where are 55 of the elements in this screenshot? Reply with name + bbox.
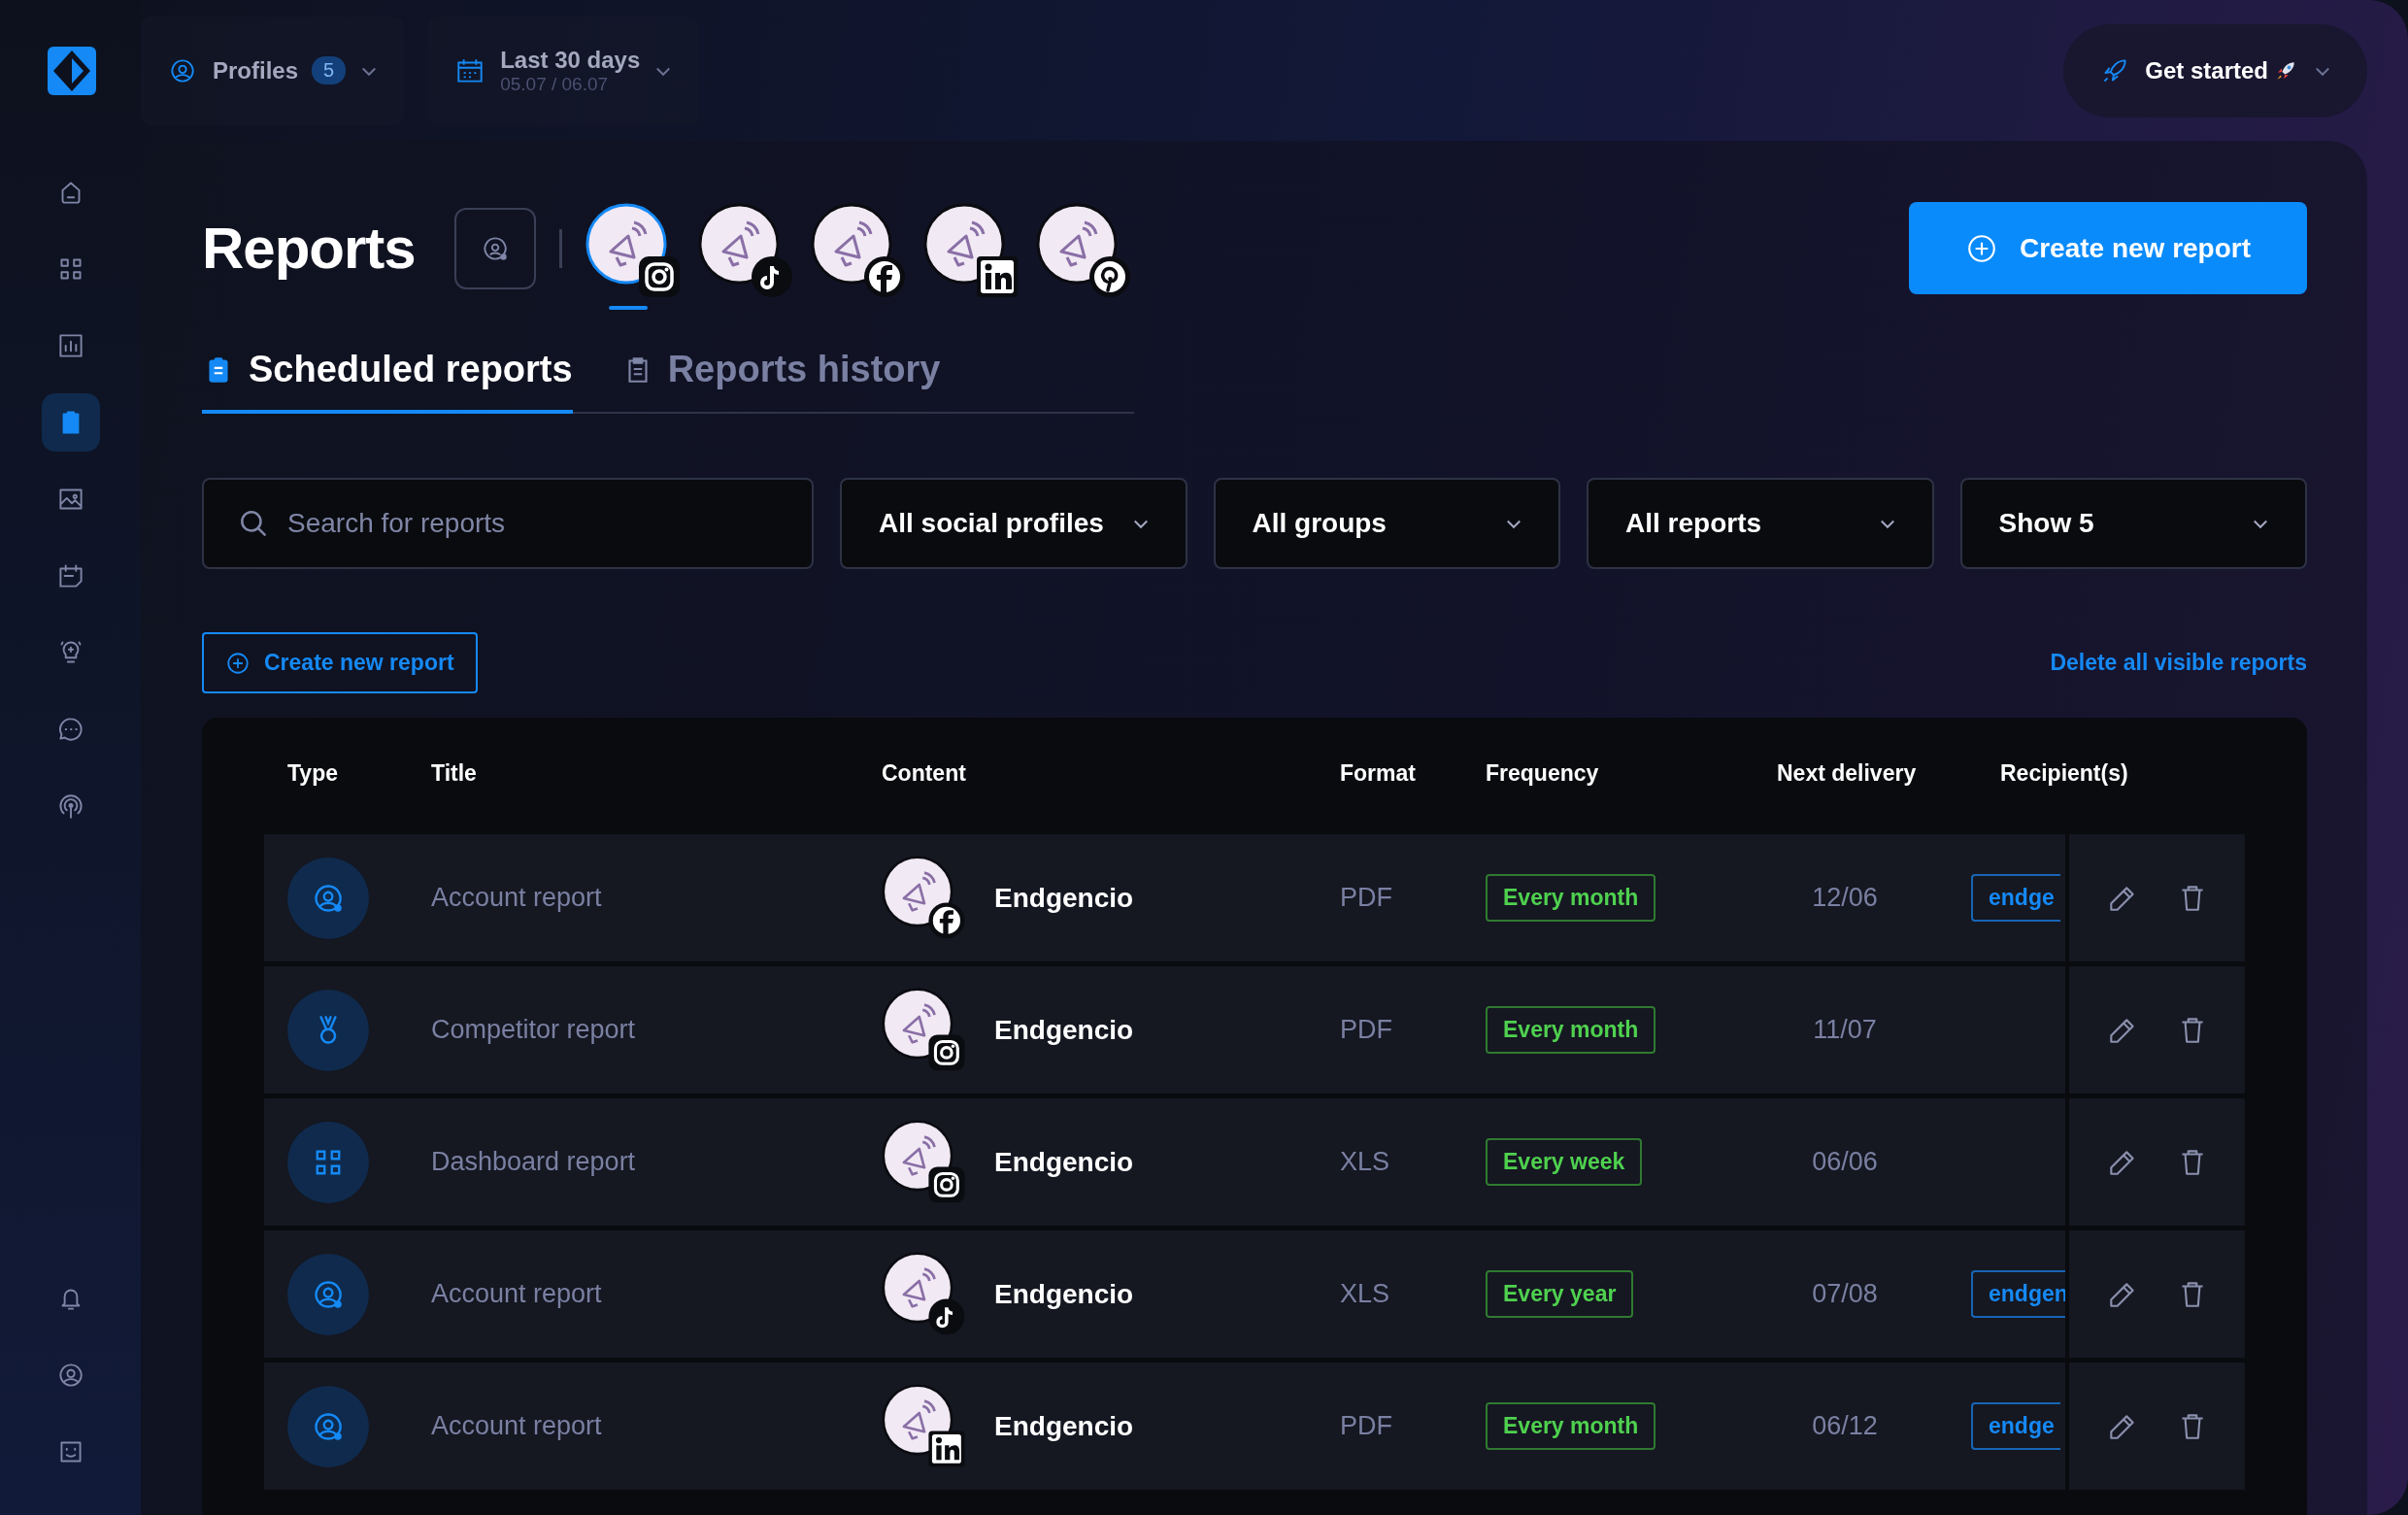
profile-name: Endgencio: [994, 1146, 1134, 1178]
profiles-label: Profiles: [213, 56, 299, 84]
delivery-date: 06/12: [1812, 1411, 1878, 1441]
recipient-tag[interactable]: endge: [1971, 1402, 2060, 1450]
format-text: XLS: [1340, 1279, 1390, 1309]
delivery-date: 07/08: [1812, 1279, 1878, 1309]
format-text: PDF: [1340, 1411, 1392, 1441]
date-range-label: Last 30 days: [500, 46, 641, 74]
instagram-profile-avatar[interactable]: [585, 202, 683, 310]
filter-dropdown[interactable]: Show 5: [1959, 478, 2307, 569]
column-header: Frequency: [1486, 760, 1600, 787]
profile-name: Endgencio: [994, 882, 1134, 914]
frequency-tag: Every week: [1486, 1138, 1643, 1186]
search-field[interactable]: Search for reports: [202, 478, 814, 569]
filter-dropdown[interactable]: All groups: [1213, 478, 1560, 569]
report-title: Account report: [431, 883, 602, 913]
column-header: Content: [882, 760, 967, 787]
profile-count-badge: 5: [312, 56, 347, 84]
report-title: Account report: [431, 1411, 602, 1441]
tab[interactable]: Scheduled reports: [202, 343, 573, 414]
delete-all-link[interactable]: Delete all visible reports: [2050, 650, 2307, 676]
all-profiles-button[interactable]: [453, 207, 536, 289]
page-title: Reports: [202, 215, 416, 282]
report-title: Account report: [431, 1279, 602, 1309]
tab[interactable]: Reports history: [620, 343, 941, 414]
recipient-tag[interactable]: endge: [1971, 874, 2060, 922]
logo[interactable]: [47, 47, 96, 95]
format-text: PDF: [1340, 1015, 1392, 1045]
delivery-date: 12/06: [1812, 883, 1878, 913]
filter-dropdown[interactable]: All social profiles: [840, 478, 1187, 569]
get-started-label: Get started: [2145, 56, 2268, 84]
frequency-tag: Every year: [1486, 1270, 1634, 1318]
column-header: Title: [431, 760, 478, 787]
create-report-button[interactable]: Create new report: [202, 632, 478, 693]
date-range-dates: 05.07 / 06.07: [500, 73, 610, 95]
get-started-button[interactable]: Get started: [2063, 23, 2367, 118]
report-title: Dashboard report: [431, 1147, 636, 1177]
column-header: Type: [286, 760, 339, 787]
delivery-date: 06/06: [1812, 1147, 1878, 1177]
frequency-tag: Every month: [1486, 1402, 1656, 1450]
frequency-tag: Every month: [1486, 874, 1656, 922]
filter-dropdown[interactable]: All reports: [1587, 478, 1934, 569]
report-title: Competitor report: [431, 1015, 636, 1045]
column-header: Format: [1340, 760, 1417, 787]
profile-name: Endgencio: [994, 1410, 1134, 1442]
delivery-date: 11/07: [1813, 1015, 1877, 1045]
format-text: PDF: [1340, 883, 1392, 913]
clipboard-icon[interactable]: [41, 393, 100, 452]
profile-name: Endgencio: [994, 1278, 1134, 1310]
plus-circle-icon: [225, 650, 251, 676]
column-header: Recipient(s): [1999, 760, 2128, 787]
profile-name: Endgencio: [994, 1014, 1134, 1046]
frequency-tag: Every month: [1486, 1006, 1656, 1054]
format-text: XLS: [1340, 1147, 1390, 1177]
column-header: Next delivery: [1776, 760, 1918, 787]
